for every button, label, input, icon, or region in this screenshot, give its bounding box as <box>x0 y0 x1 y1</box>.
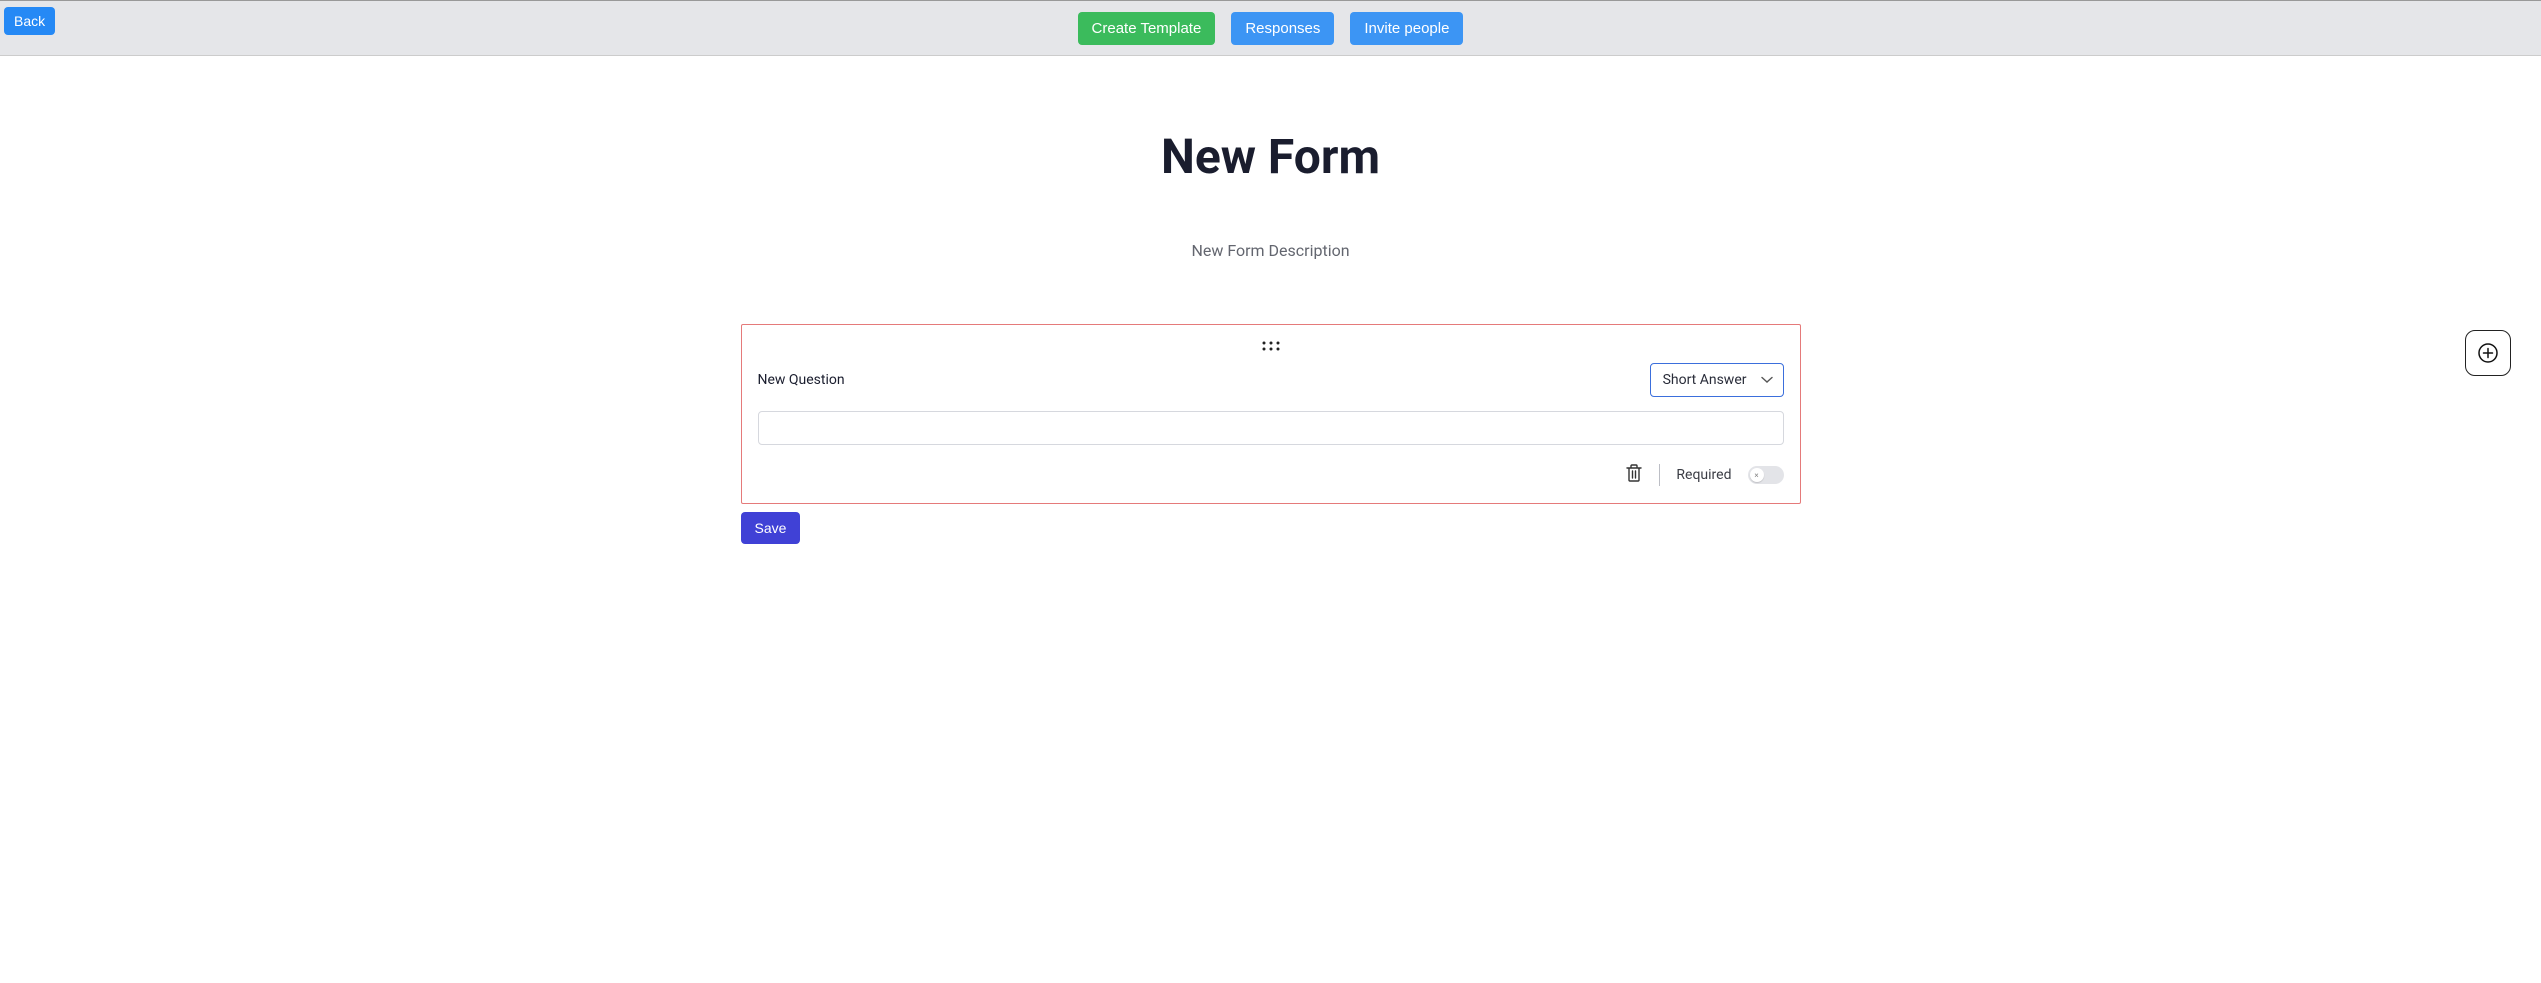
center-buttons: Create Template Responses Invite people <box>1078 12 1464 45</box>
toggle-knob: × <box>1750 468 1764 482</box>
save-button[interactable]: Save <box>741 512 801 544</box>
question-type-label: Short Answer <box>1663 372 1747 388</box>
trash-icon <box>1625 463 1643 483</box>
question-row: New Question Short Answer <box>758 363 1784 397</box>
invite-people-button[interactable]: Invite people <box>1350 12 1463 45</box>
drag-handle[interactable] <box>758 341 1784 351</box>
question-card: New Question Short Answer Required × <box>741 324 1801 504</box>
plus-circle-icon <box>2477 342 2499 364</box>
form-content: New Form New Form Description New Questi… <box>741 128 1801 544</box>
form-description[interactable]: New Form Description <box>741 241 1801 260</box>
delete-button[interactable] <box>1625 463 1643 487</box>
required-label: Required <box>1676 467 1731 483</box>
question-type-select[interactable]: Short Answer <box>1650 363 1784 397</box>
top-bar: Back Create Template Responses Invite pe… <box>0 0 2541 56</box>
form-title[interactable]: New Form <box>741 128 1801 185</box>
create-template-button[interactable]: Create Template <box>1078 12 1216 45</box>
chevron-down-icon <box>1761 372 1773 388</box>
divider <box>1659 464 1660 486</box>
question-title[interactable]: New Question <box>758 372 845 388</box>
answer-input[interactable] <box>758 411 1784 445</box>
responses-button[interactable]: Responses <box>1231 12 1334 45</box>
back-button[interactable]: Back <box>4 7 55 35</box>
drag-icon <box>1262 341 1280 351</box>
add-question-button[interactable] <box>2465 330 2511 376</box>
card-footer: Required × <box>758 463 1784 487</box>
required-toggle[interactable]: × <box>1748 466 1784 484</box>
